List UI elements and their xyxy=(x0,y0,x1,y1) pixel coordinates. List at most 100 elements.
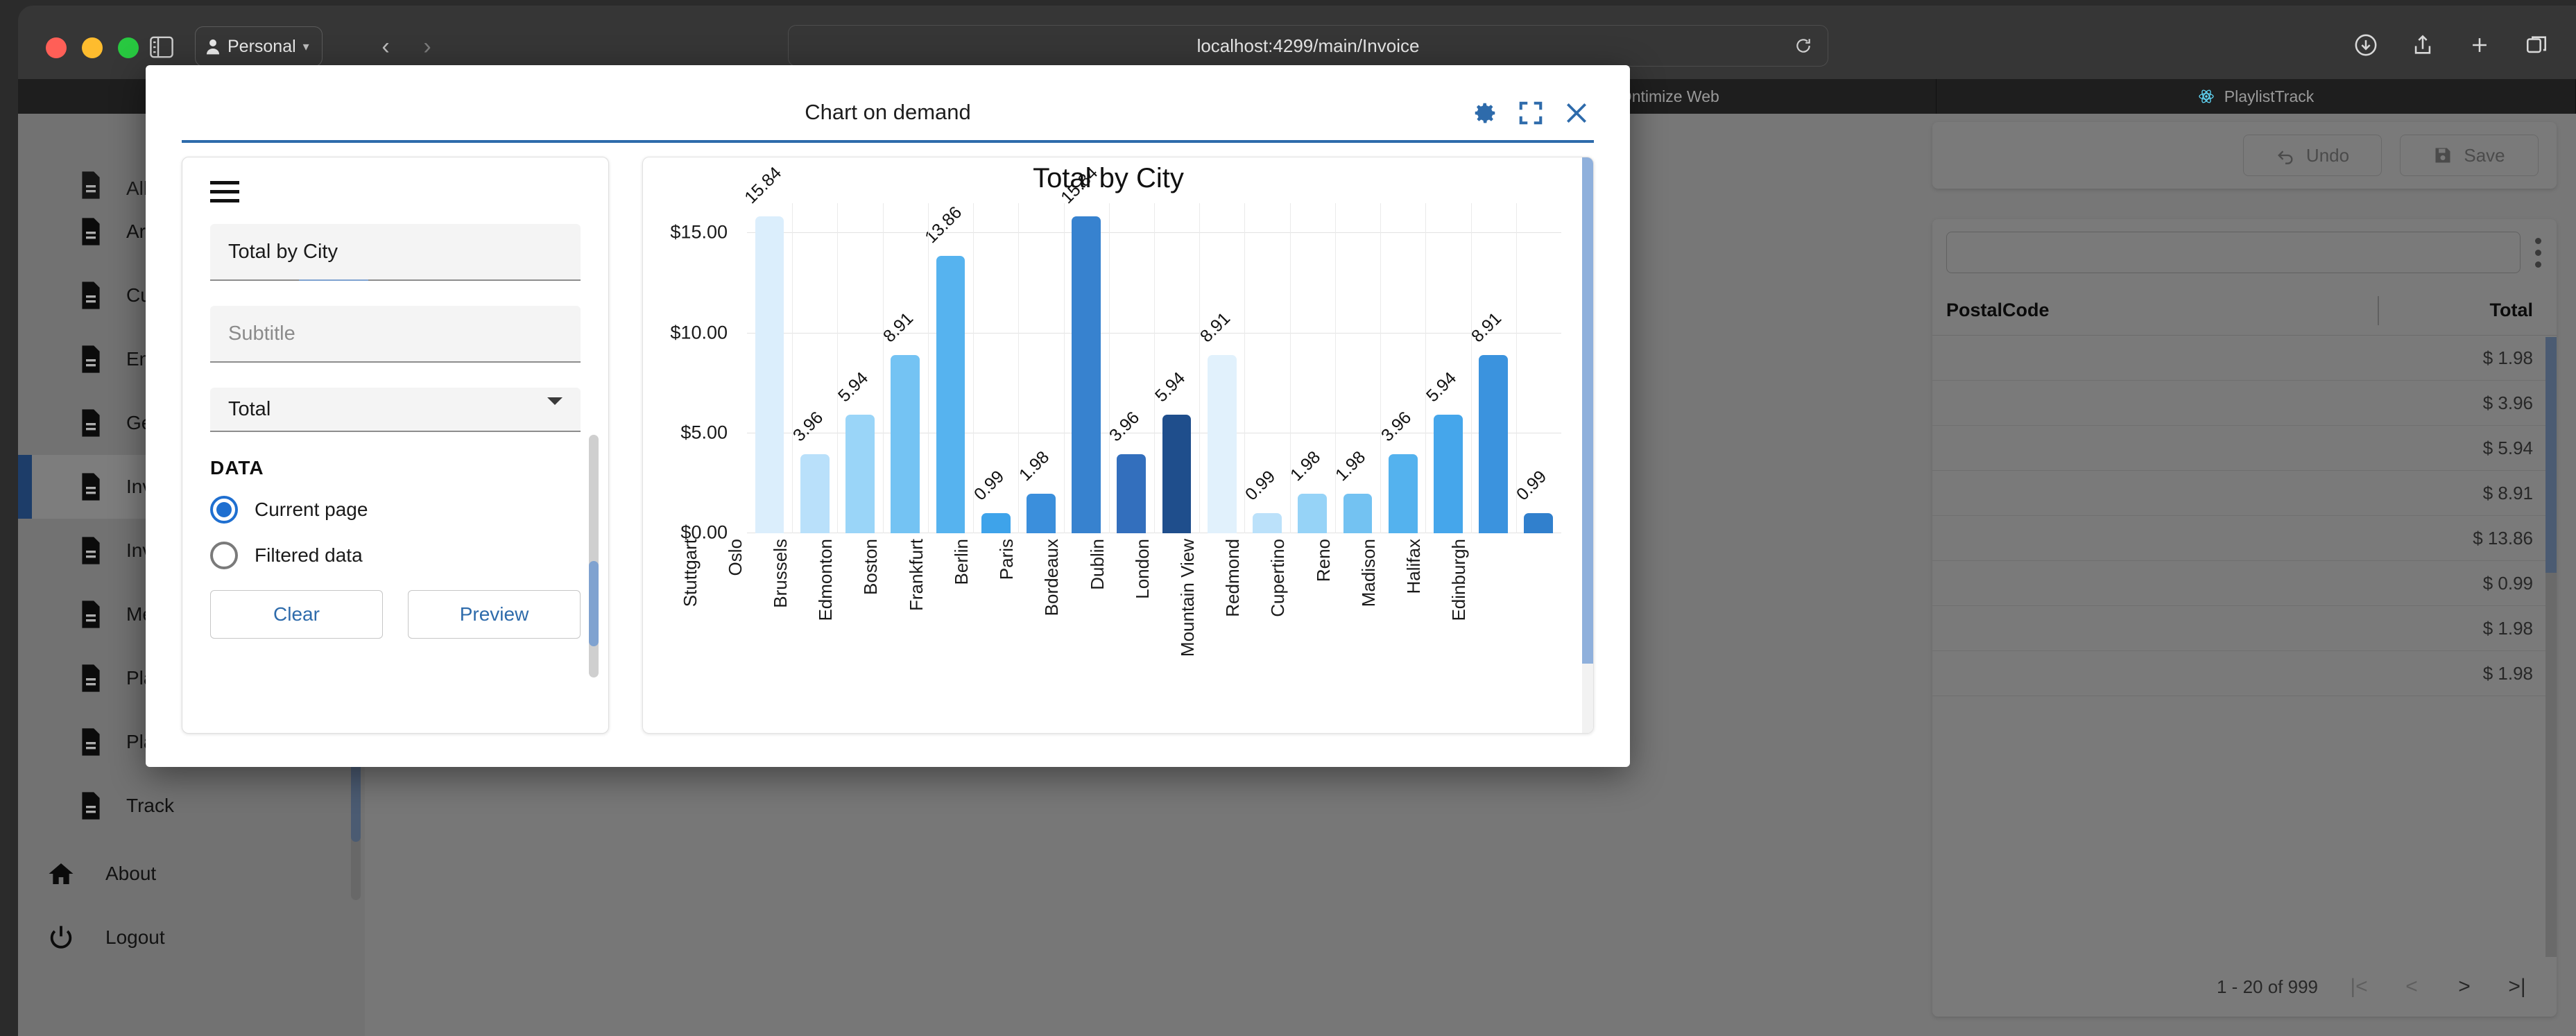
table-row[interactable]: $ 8.91 xyxy=(1932,471,2557,516)
chart-bar[interactable]: 8.91 xyxy=(1196,309,1237,533)
chart-scrollbar[interactable] xyxy=(1582,157,1593,733)
chart-bar-column[interactable]: 0.99 xyxy=(1242,203,1289,533)
table-row[interactable]: $ 1.98 xyxy=(1932,651,2557,696)
chart-bar-column[interactable]: 0.99 xyxy=(1513,203,1561,533)
address-bar[interactable]: localhost:4299/main/Invoice xyxy=(788,25,1828,67)
document-icon xyxy=(79,171,103,200)
chart-bar-column[interactable]: 15.84 xyxy=(1057,163,1109,533)
chart-bar-column[interactable]: 8.91 xyxy=(1468,203,1516,533)
chart-bar[interactable]: 15.84 xyxy=(1057,163,1101,533)
chart-bar[interactable]: 5.94 xyxy=(834,368,875,533)
chart-bar-column[interactable]: 3.96 xyxy=(789,203,837,533)
chart-bar-column[interactable]: 1.98 xyxy=(1287,203,1335,533)
chart-bar[interactable]: 1.98 xyxy=(1015,447,1056,533)
table-scrollbar[interactable] xyxy=(2545,337,2557,957)
chart-bar-column[interactable]: 15.84 xyxy=(741,163,792,533)
new-tab-icon[interactable] xyxy=(2468,33,2491,57)
chart-title-field[interactable]: Total by City xyxy=(210,224,581,281)
radio-indicator[interactable] xyxy=(210,542,238,569)
chart-bar[interactable]: 3.96 xyxy=(789,408,830,533)
chart-bar[interactable]: 3.96 xyxy=(1377,408,1418,533)
sidebar-toggle-icon[interactable] xyxy=(150,36,173,58)
tab-overview-icon[interactable] xyxy=(2525,33,2548,57)
chart-bar[interactable]: 13.86 xyxy=(922,202,966,533)
chart-subtitle-field[interactable]: Subtitle xyxy=(210,306,581,363)
chart-bar[interactable]: 0.99 xyxy=(970,467,1011,533)
forward-button[interactable]: › xyxy=(413,32,441,61)
chart-title-input[interactable]: Total by City xyxy=(210,224,581,281)
chevron-down-icon xyxy=(547,397,563,405)
chart-bar[interactable]: 3.96 xyxy=(1106,408,1147,533)
table-row[interactable]: $ 3.96 xyxy=(1932,381,2557,426)
undo-button[interactable]: Undo xyxy=(2243,135,2382,176)
chart-bar-column[interactable]: 5.94 xyxy=(1423,203,1470,533)
chart-bar-column[interactable]: 1.98 xyxy=(1015,203,1063,533)
table-row[interactable]: $ 5.94 xyxy=(1932,426,2557,471)
browser-tab-3[interactable]: PlaylistTrack xyxy=(1937,79,2576,114)
radio-indicator[interactable] xyxy=(210,496,238,524)
table-row[interactable]: $ 0.99 xyxy=(1932,561,2557,606)
gear-icon[interactable] xyxy=(1472,100,1498,126)
chart-bar[interactable]: 1.98 xyxy=(1287,447,1328,533)
chart-axis-select[interactable]: Total xyxy=(210,388,581,432)
first-page-button[interactable]: |< xyxy=(2347,975,2371,999)
more-options-icon[interactable] xyxy=(2533,237,2543,268)
chart-bar[interactable]: 15.84 xyxy=(741,163,785,533)
preview-button[interactable]: Preview xyxy=(408,590,581,639)
chart-bar-column[interactable]: 1.98 xyxy=(1332,203,1380,533)
table-paginator: 1 - 20 of 999 |< < > >| xyxy=(1932,957,2557,1017)
chart-bar-column[interactable]: 3.96 xyxy=(1377,203,1425,533)
column-header-postalcode[interactable]: PostalCode xyxy=(1946,300,2355,321)
table-search-input[interactable] xyxy=(1946,232,2521,273)
chart-bar[interactable]: 8.91 xyxy=(879,309,920,533)
save-button[interactable]: Save xyxy=(2400,135,2539,176)
previous-page-button[interactable]: < xyxy=(2400,975,2423,999)
chart-bar[interactable]: 1.98 xyxy=(1332,447,1373,533)
chart-bar-column[interactable]: 0.99 xyxy=(970,203,1018,533)
sidebar-item-track[interactable]: Track xyxy=(18,774,365,838)
chart-bar[interactable]: 8.91 xyxy=(1468,309,1508,533)
table-header-row: PostalCode Total xyxy=(1932,286,2557,336)
sidebar-item-label: About xyxy=(105,863,157,884)
chart-bar[interactable]: 5.94 xyxy=(1423,368,1463,533)
config-menu-icon[interactable] xyxy=(210,181,239,203)
close-window-button[interactable] xyxy=(46,37,67,58)
chart-bar[interactable]: 0.99 xyxy=(1513,467,1554,533)
radio-filtered-data[interactable]: Filtered data xyxy=(210,542,581,569)
table-row[interactable]: $ 13.86 xyxy=(1932,516,2557,561)
sidebar-item-logout[interactable]: Logout xyxy=(18,906,365,969)
last-page-button[interactable]: >| xyxy=(2505,975,2529,999)
dialog-divider xyxy=(182,140,1594,143)
chart-bar[interactable]: 0.99 xyxy=(1242,467,1282,533)
chart-axis-select-field[interactable]: Total xyxy=(210,388,581,432)
downloads-icon[interactable] xyxy=(2354,33,2378,57)
table-row[interactable]: $ 1.98 xyxy=(1932,336,2557,381)
cell-total: $ 3.96 xyxy=(2482,392,2533,413)
sidebar-item-about[interactable]: About xyxy=(18,842,365,906)
share-icon[interactable] xyxy=(2411,33,2435,57)
minimize-window-button[interactable] xyxy=(82,37,103,58)
column-header-total[interactable]: Total xyxy=(2401,300,2534,321)
chart-bar-column[interactable]: 13.86 xyxy=(922,202,973,533)
chart-bar-column[interactable]: 5.94 xyxy=(1151,203,1199,533)
table-row[interactable]: $ 1.98 xyxy=(1932,606,2557,651)
chart-bar-column[interactable]: 3.96 xyxy=(1106,203,1154,533)
chart-subtitle-input[interactable]: Subtitle xyxy=(210,306,581,363)
radio-current-page[interactable]: Current page xyxy=(210,496,581,524)
window-traffic-lights[interactable] xyxy=(46,37,139,58)
cell-total: $ 8.91 xyxy=(2482,482,2533,503)
next-page-button[interactable]: > xyxy=(2453,975,2476,999)
chart-bar-column[interactable]: 5.94 xyxy=(834,203,882,533)
maximize-window-button[interactable] xyxy=(118,37,139,58)
clear-button[interactable]: Clear xyxy=(210,590,383,639)
profile-chip[interactable]: Personal ▾ xyxy=(195,26,323,67)
config-scrollbar[interactable] xyxy=(589,435,599,677)
chart-bar-column[interactable]: 8.91 xyxy=(1196,203,1244,533)
chart-bar-column[interactable]: 8.91 xyxy=(879,203,928,533)
fullscreen-icon[interactable] xyxy=(1518,100,1544,126)
chart-bar[interactable]: 5.94 xyxy=(1151,368,1192,533)
back-button[interactable]: ‹ xyxy=(372,32,400,61)
reload-icon[interactable] xyxy=(1794,37,1812,55)
chart-plot-area: $0.00 $5.00 $10.00 $15.00 15.84 3.96 5.94 8.91 1… xyxy=(670,163,1561,543)
close-icon[interactable] xyxy=(1563,100,1590,126)
